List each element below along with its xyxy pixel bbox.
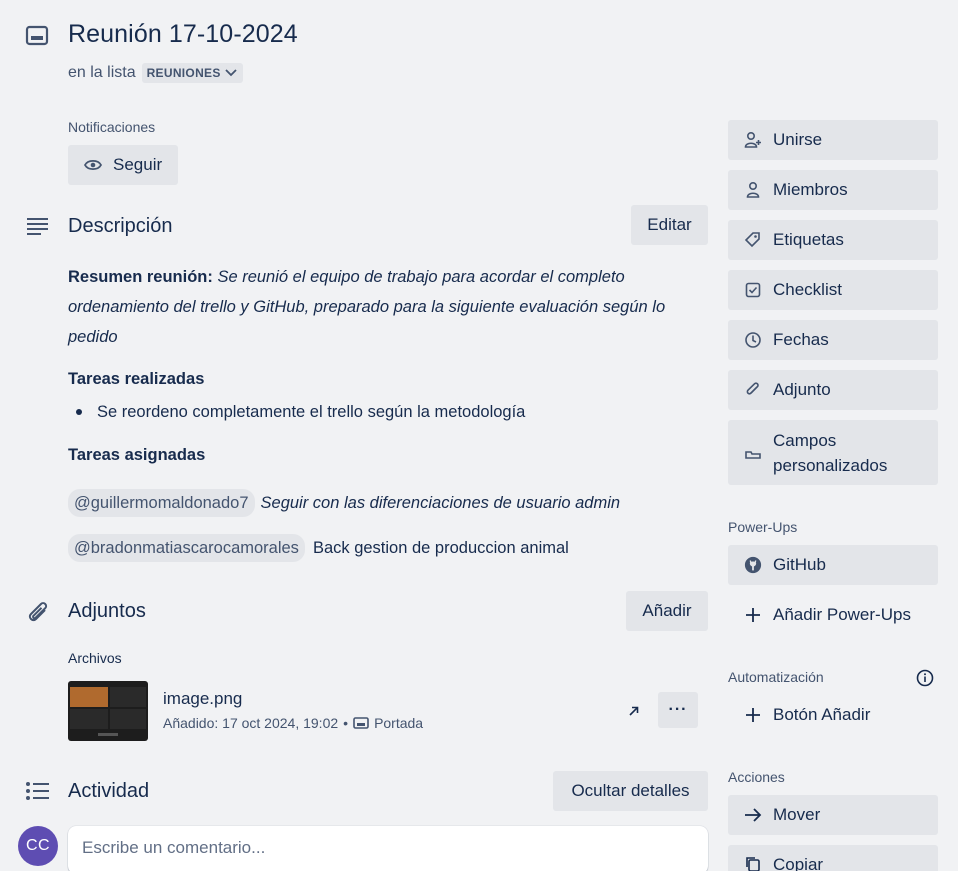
description-title: Descripción bbox=[68, 215, 173, 237]
assigned-task-text: Back gestion de produccion animal bbox=[312, 539, 569, 557]
card-title[interactable]: Reunión 17-10-2024 bbox=[68, 20, 298, 49]
attachment-added: Añadido: 17 oct 2024, 19:02 bbox=[163, 715, 339, 731]
arrow-right-icon bbox=[744, 807, 762, 823]
members-button[interactable]: Miembros bbox=[728, 170, 938, 210]
checklist-button[interactable]: Checklist bbox=[728, 270, 938, 310]
description-icon bbox=[26, 216, 50, 236]
add-person-icon bbox=[744, 131, 762, 149]
done-heading: Tareas realizadas bbox=[68, 370, 205, 388]
copy-label: Copiar bbox=[773, 855, 824, 871]
attachment-label: Adjunto bbox=[773, 380, 831, 399]
dates-button[interactable]: Fechas bbox=[728, 320, 938, 360]
activity-icon bbox=[25, 781, 51, 801]
assigned-heading: Tareas asignadas bbox=[68, 446, 206, 464]
move-button[interactable]: Mover bbox=[728, 795, 938, 835]
attachments-title: Adjuntos bbox=[68, 600, 146, 622]
cover-icon bbox=[353, 716, 369, 730]
tag-icon bbox=[744, 231, 762, 249]
edit-description-button[interactable]: Editar bbox=[631, 205, 708, 245]
summary-bold: Resumen reunión: bbox=[68, 268, 213, 286]
list-prefix: en la lista bbox=[68, 64, 136, 81]
list-line: en la lista REUNIONES bbox=[68, 63, 243, 83]
join-button[interactable]: Unirse bbox=[728, 120, 938, 160]
automation-heading: Automatización bbox=[728, 669, 824, 685]
assigned-item: @guillermomaldonado7 Seguir con las dife… bbox=[68, 489, 620, 517]
labels-button[interactable]: Etiquetas bbox=[728, 220, 938, 260]
list-selector[interactable]: REUNIONES bbox=[141, 63, 243, 83]
separator: • bbox=[343, 715, 349, 731]
card-icon bbox=[25, 25, 49, 47]
checkbox-icon bbox=[744, 281, 762, 299]
paperclip-icon bbox=[25, 598, 51, 624]
members-label: Miembros bbox=[773, 180, 848, 199]
custom-fields-icon bbox=[744, 444, 762, 462]
activity-title: Actividad bbox=[68, 780, 150, 802]
custom-fields-button[interactable]: Campos personalizados bbox=[728, 420, 938, 485]
clock-icon bbox=[744, 331, 762, 349]
add-attachment-button[interactable]: Añadir bbox=[626, 591, 708, 631]
notifications-label: Notificaciones bbox=[68, 119, 156, 135]
follow-label: Seguir bbox=[113, 155, 163, 174]
add-powerups-button[interactable]: Añadir Power-Ups bbox=[728, 595, 938, 635]
paperclip-icon bbox=[744, 381, 762, 399]
copy-icon bbox=[744, 855, 762, 871]
powerups-heading: Power-Ups bbox=[728, 519, 798, 535]
list-name: REUNIONES bbox=[146, 66, 221, 80]
description-body[interactable]: Resumen reunión: Se reunió el equipo de … bbox=[68, 262, 698, 352]
comment-input[interactable]: Escribe un comentario... bbox=[68, 826, 708, 871]
copy-button[interactable]: Copiar bbox=[728, 845, 938, 871]
user-mention[interactable]: @guillermomaldonado7 bbox=[68, 489, 255, 517]
cover-label[interactable]: Portada bbox=[374, 715, 423, 731]
actions-heading: Acciones bbox=[728, 769, 785, 785]
attachment-menu-button[interactable]: ··· bbox=[658, 692, 698, 728]
assigned-task-text: Seguir con las diferenciaciones de usuar… bbox=[260, 494, 621, 512]
plus-icon bbox=[744, 607, 762, 623]
add-button-button[interactable]: Botón Añadir bbox=[728, 695, 938, 735]
labels-label: Etiquetas bbox=[773, 230, 844, 249]
info-icon[interactable] bbox=[916, 669, 934, 687]
checklist-label: Checklist bbox=[773, 280, 842, 299]
dates-label: Fechas bbox=[773, 330, 829, 349]
join-label: Unirse bbox=[773, 130, 823, 149]
attachment-button[interactable]: Adjunto bbox=[728, 370, 938, 410]
done-item-text: Se reordeno completamente el trello segú… bbox=[97, 403, 526, 421]
done-list-item: Se reordeno completamente el trello segú… bbox=[76, 401, 525, 423]
custom-fields-label: Campos personalizados bbox=[773, 430, 888, 475]
github-label: GitHub bbox=[773, 555, 826, 574]
attachment-thumbnail[interactable] bbox=[68, 681, 148, 741]
attachment-meta: Añadido: 17 oct 2024, 19:02 • Portada bbox=[163, 715, 423, 731]
avatar[interactable]: CC bbox=[18, 826, 58, 866]
add-powerups-label: Añadir Power-Ups bbox=[773, 605, 911, 624]
follow-button[interactable]: Seguir bbox=[68, 145, 178, 185]
open-external-icon[interactable] bbox=[627, 704, 641, 718]
files-label: Archivos bbox=[68, 650, 122, 666]
bullet bbox=[76, 409, 82, 415]
github-button[interactable]: GitHub bbox=[728, 545, 938, 585]
summary-paragraph: Resumen reunión: Se reunió el equipo de … bbox=[68, 262, 698, 352]
plus-icon bbox=[744, 707, 762, 723]
add-button-label: Botón Añadir bbox=[773, 705, 871, 724]
eye-icon bbox=[84, 158, 102, 172]
chevron-down-icon bbox=[224, 68, 238, 78]
hide-details-button[interactable]: Ocultar detalles bbox=[553, 771, 708, 811]
attachment-name[interactable]: image.png bbox=[163, 689, 242, 709]
assigned-item: @bradonmatiascarocamorales Back gestion … bbox=[68, 534, 569, 562]
github-icon bbox=[744, 555, 762, 575]
move-label: Mover bbox=[773, 805, 821, 824]
person-icon bbox=[744, 181, 762, 199]
user-mention[interactable]: @bradonmatiascarocamorales bbox=[68, 534, 305, 562]
